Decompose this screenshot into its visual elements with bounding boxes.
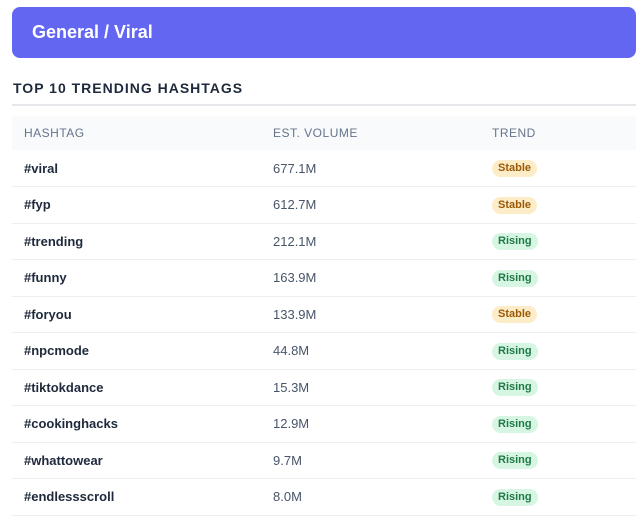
hashtag-cell: #npcmode — [24, 343, 90, 359]
column-header-hashtag: HASHTAG — [24, 126, 85, 140]
volume-cell: 133.9M — [273, 306, 317, 322]
column-header-trend: TREND — [492, 126, 536, 140]
trend-badge: Rising — [492, 452, 538, 470]
trend-cell: Rising — [480, 442, 636, 479]
trend-badge: Rising — [492, 488, 538, 506]
trend-cell: Rising — [480, 406, 636, 443]
section-divider — [12, 104, 636, 106]
trend-cell: Rising — [480, 223, 636, 260]
hashtag-cell: #foryou — [24, 306, 72, 322]
table-row: #tiktokdance 15.3M Rising — [12, 369, 636, 406]
volume-cell: 8.0M — [273, 489, 302, 505]
trend-badge: Stable — [492, 196, 538, 214]
trend-badge: Stable — [492, 160, 538, 177]
category-banner: General / Viral — [12, 7, 636, 58]
volume-cell: 163.9M — [273, 270, 317, 286]
volume-cell: 15.3M — [273, 379, 310, 395]
volume-cell: 12.9M — [273, 416, 310, 432]
hashtag-cell: #fyp — [24, 197, 51, 213]
hashtag-cell: #viral — [24, 160, 58, 176]
table-row: #trending 212.1M Rising — [12, 223, 636, 260]
section-title: TOP 10 TRENDING HASHTAGS — [13, 80, 244, 96]
hashtag-cell: #whattowear — [24, 452, 103, 468]
trend-cell: Stable — [480, 296, 636, 333]
trend-cell: Rising — [480, 479, 636, 516]
trend-cell: Stable — [480, 187, 636, 224]
table-row: #viral 677.1M Stable — [12, 150, 636, 187]
column-header-volume: EST. VOLUME — [273, 126, 358, 140]
table-row: #npcmode 44.8M Rising — [12, 333, 636, 370]
trend-badge: Rising — [492, 269, 538, 287]
table-row: #funny 163.9M Rising — [12, 260, 636, 297]
trend-cell: Rising — [480, 260, 636, 297]
volume-cell: 9.7M — [273, 452, 302, 468]
table-row: #endlessscroll 8.0M Rising — [12, 479, 636, 516]
table-row: #fyp 612.7M Stable — [12, 187, 636, 224]
volume-cell: 44.8M — [273, 343, 310, 359]
table-row: #whattowear 9.7M Rising — [12, 442, 636, 479]
table-row: #foryou 133.9M Stable — [12, 296, 636, 333]
trend-badge: Rising — [492, 233, 538, 251]
hashtag-cell: #cookinghacks — [24, 416, 118, 432]
trend-badge: Rising — [492, 415, 538, 433]
hashtag-cell: #tiktokdance — [24, 379, 104, 395]
hashtag-cell: #endlessscroll — [24, 489, 115, 505]
trend-cell: Stable — [480, 150, 636, 187]
table-header-row: HASHTAG EST. VOLUME TREND — [12, 116, 636, 150]
trend-cell: Rising — [480, 369, 636, 406]
hashtag-table: HASHTAG EST. VOLUME TREND #viral 677.1M St… — [12, 116, 636, 516]
trend-badge: Rising — [492, 342, 538, 360]
trend-cell: Rising — [480, 333, 636, 370]
table-row: #cookinghacks 12.9M Rising — [12, 406, 636, 443]
volume-cell: 612.7M — [273, 197, 317, 213]
trend-badge: Rising — [492, 379, 538, 397]
trend-badge: Stable — [492, 306, 538, 324]
volume-cell: 677.1M — [273, 160, 317, 176]
volume-cell: 212.1M — [273, 233, 317, 249]
hashtag-cell: #trending — [24, 233, 84, 249]
hashtag-cell: #funny — [24, 270, 67, 286]
category-title: General / Viral — [32, 22, 153, 42]
